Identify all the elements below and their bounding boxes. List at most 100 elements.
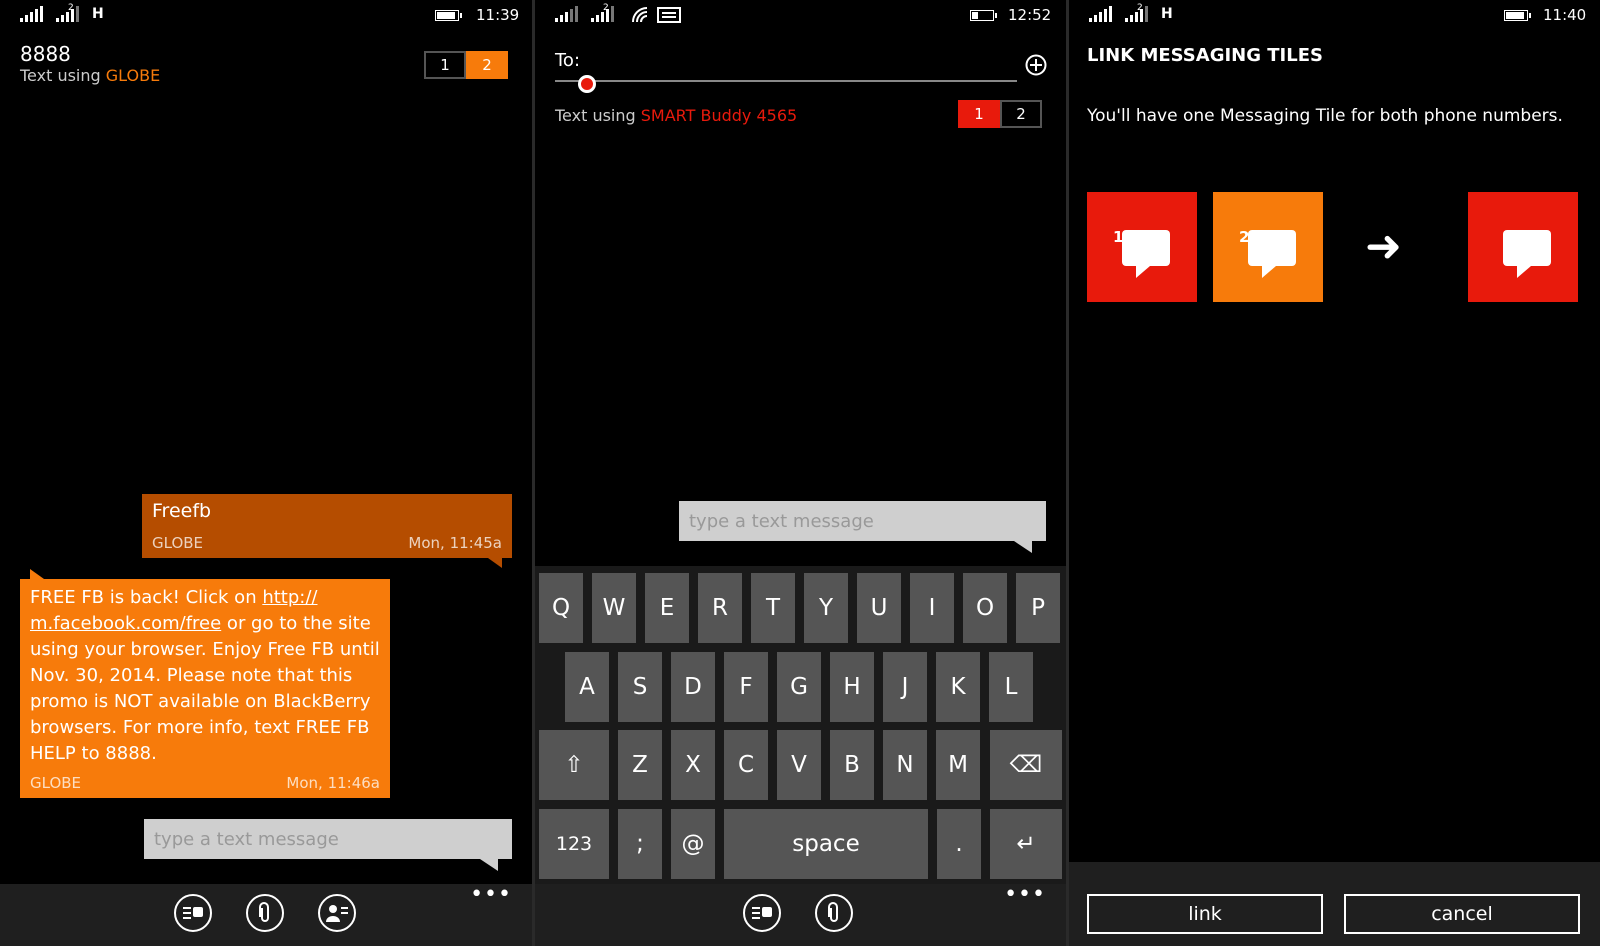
add-recipient-button[interactable]	[1025, 54, 1047, 76]
sim-toggle: 1 2	[424, 51, 508, 79]
sim1-button[interactable]: 1	[958, 100, 1000, 128]
sim1-messaging-tile: 1	[1087, 192, 1197, 302]
signal-sim1-icon	[20, 6, 43, 22]
key-y[interactable]: Y	[804, 573, 848, 643]
status-bar: 2 H 11:40	[1069, 3, 1600, 28]
text-cursor-handle[interactable]	[578, 75, 596, 93]
key-z[interactable]: Z	[618, 730, 662, 800]
sim-messages-icon	[183, 907, 203, 919]
to-label: To:	[555, 50, 581, 71]
network-type: H	[92, 6, 104, 22]
thread-title: 8888	[20, 42, 71, 66]
period-key[interactable]: .	[937, 809, 981, 879]
signal-sim1-icon	[555, 6, 578, 22]
key-g[interactable]: G	[777, 652, 821, 722]
more-menu-button[interactable]: •••	[470, 884, 512, 906]
more-menu-button[interactable]: •••	[1004, 884, 1046, 906]
signal-sim2-icon: 2	[591, 3, 614, 22]
key-s[interactable]: S	[618, 652, 662, 722]
sent-message-time: Mon, 11:45a	[408, 534, 502, 552]
shift-key[interactable]: ⇧	[539, 730, 609, 800]
speech-bubble-icon	[1503, 230, 1551, 278]
key-m[interactable]: M	[936, 730, 980, 800]
key-d[interactable]: D	[671, 652, 715, 722]
contact-button[interactable]	[318, 894, 356, 932]
paperclip-icon	[828, 902, 838, 922]
key-o[interactable]: O	[963, 573, 1007, 643]
status-bar: 2 H 11:39	[0, 3, 532, 28]
app-bar: •••	[0, 884, 532, 946]
dialog-description: You'll have one Messaging Tile for both …	[1087, 106, 1563, 126]
link-tiles-dialog-screen: 2 H 11:40 LINK MESSAGING TILES You'll ha…	[1069, 0, 1600, 946]
linked-messaging-tile	[1468, 192, 1578, 302]
key-q[interactable]: Q	[539, 573, 583, 643]
switch-sim-button[interactable]	[174, 894, 212, 932]
at-key[interactable]: @	[671, 809, 715, 879]
clock: 12:52	[1008, 6, 1052, 24]
key-j[interactable]: J	[883, 652, 927, 722]
attach-button[interactable]	[246, 894, 284, 932]
key-l[interactable]: L	[989, 652, 1033, 722]
sent-message-text: Freefb	[152, 500, 212, 522]
recipient-field[interactable]	[555, 80, 1017, 82]
status-bar: 2 12:52	[535, 3, 1066, 28]
subtitle-prefix: Text using	[20, 66, 101, 85]
link-button[interactable]: link	[1087, 894, 1323, 934]
sim1-button[interactable]: 1	[424, 51, 466, 79]
key-v[interactable]: V	[777, 730, 821, 800]
messaging-thread-screen: 2 H 11:39 8888 Text using GLOBE 1 2 Free…	[0, 0, 532, 946]
semicolon-key[interactable]: ;	[618, 809, 662, 879]
key-r[interactable]: R	[698, 573, 742, 643]
key-b[interactable]: B	[830, 730, 874, 800]
key-u[interactable]: U	[857, 573, 901, 643]
key-p[interactable]: P	[1016, 573, 1060, 643]
key-h[interactable]: H	[830, 652, 874, 722]
subtitle-carrier[interactable]: GLOBE	[106, 66, 160, 85]
key-f[interactable]: F	[724, 652, 768, 722]
key-w[interactable]: W	[592, 573, 636, 643]
signal-sim2-icon: 2	[1125, 3, 1148, 22]
received-message-text: FREE FB is back! Click on http:// m.face…	[30, 587, 380, 764]
received-message-carrier: GLOBE	[30, 774, 82, 792]
message-input[interactable]: type a text message	[679, 501, 1046, 553]
app-bar: •••	[535, 884, 1066, 946]
key-n[interactable]: N	[883, 730, 927, 800]
paperclip-icon	[259, 902, 269, 922]
subtitle-prefix: Text using	[555, 106, 636, 125]
new-message-screen: 2 12:52 To: Text using SMART Buddy 4565 …	[535, 0, 1066, 946]
wifi-icon	[632, 7, 648, 23]
key-t[interactable]: T	[751, 573, 795, 643]
received-message-bubble[interactable]: FREE FB is back! Click on http:// m.face…	[20, 569, 390, 798]
sim2-messaging-tile: 2	[1213, 192, 1323, 302]
key-x[interactable]: X	[671, 730, 715, 800]
attach-button[interactable]	[815, 894, 853, 932]
key-a[interactable]: A	[565, 652, 609, 722]
subtitle-carrier[interactable]: SMART Buddy 4565	[641, 106, 797, 125]
sim2-button[interactable]: 2	[466, 51, 508, 79]
key-c[interactable]: C	[724, 730, 768, 800]
cancel-button[interactable]: cancel	[1344, 894, 1580, 934]
enter-key[interactable]: ↵	[990, 809, 1062, 879]
sim-messages-icon	[752, 907, 772, 919]
battery-icon	[1504, 10, 1531, 21]
sim2-button[interactable]: 2	[1000, 100, 1042, 128]
message-notification-icon	[657, 7, 681, 23]
switch-sim-button[interactable]	[743, 894, 781, 932]
battery-icon	[435, 10, 462, 21]
speech-bubble-icon	[1248, 230, 1296, 278]
sent-message-bubble[interactable]: Freefb GLOBE Mon, 11:45a	[142, 494, 512, 568]
arrow-right-icon: ➜	[1365, 221, 1402, 272]
key-i[interactable]: I	[910, 573, 954, 643]
space-key[interactable]: space	[724, 809, 928, 879]
numbers-key[interactable]: 123	[539, 809, 609, 879]
sim-toggle: 1 2	[958, 100, 1042, 128]
message-input[interactable]: type a text message	[144, 819, 512, 871]
key-k[interactable]: K	[936, 652, 980, 722]
battery-icon	[970, 10, 997, 21]
dialog-title: LINK MESSAGING TILES	[1087, 45, 1323, 66]
thread-subtitle: Text using GLOBE	[20, 66, 160, 85]
key-e[interactable]: E	[645, 573, 689, 643]
network-type: H	[1161, 6, 1173, 22]
signal-sim1-icon	[1089, 6, 1112, 22]
backspace-key[interactable]: ⌫	[990, 730, 1062, 800]
